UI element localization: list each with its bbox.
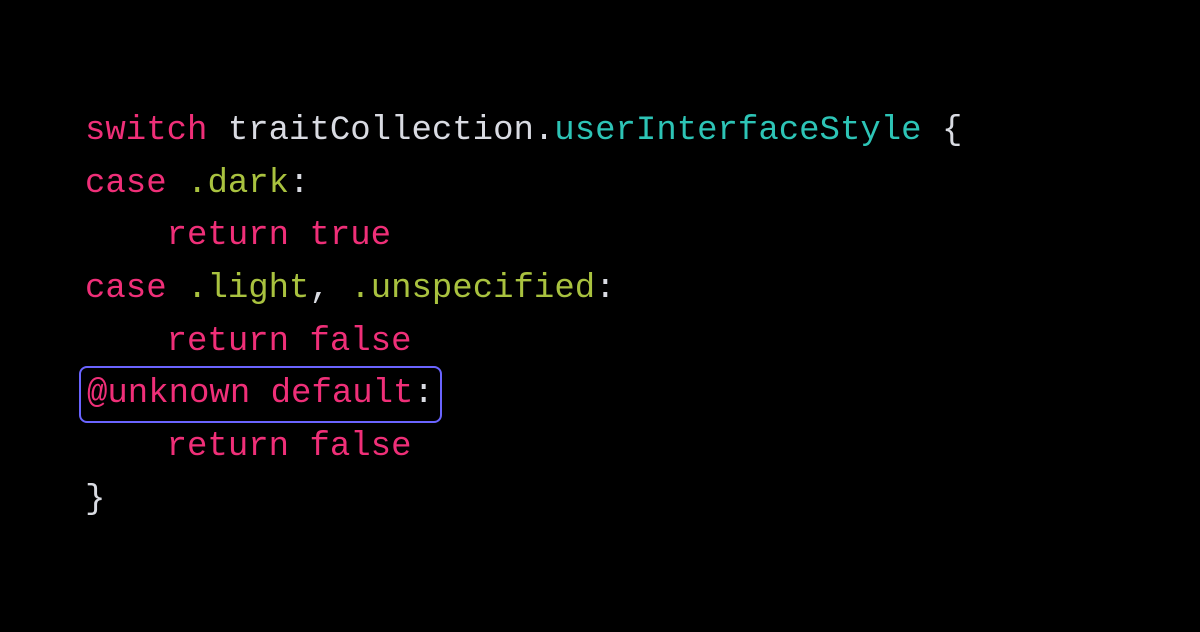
code-line: } — [85, 481, 105, 519]
keyword-false: false — [309, 323, 411, 361]
code-line-highlighted: @unknown default: — [85, 375, 436, 413]
highlight-box: @unknown default: — [79, 366, 442, 423]
keyword-true: true — [309, 217, 391, 255]
code-line: case .light, .unspecified: — [85, 270, 616, 308]
code-line: return false — [85, 323, 411, 361]
property: userInterfaceStyle — [554, 112, 921, 150]
keyword-case: case — [85, 270, 167, 308]
keyword-false: false — [309, 428, 411, 466]
code-line: return false — [85, 428, 411, 466]
enum-case: light — [207, 270, 309, 308]
code-line: case .dark: — [85, 165, 309, 203]
keyword-switch: switch — [85, 112, 207, 150]
keyword-case: case — [85, 165, 167, 203]
enum-case: dark — [207, 165, 289, 203]
keyword-return: return — [167, 428, 289, 466]
brace-open: { — [942, 112, 962, 150]
identifier: traitCollection — [228, 112, 534, 150]
code-line: return true — [85, 217, 391, 255]
code-line: switch traitCollection.userInterfaceStyl… — [85, 112, 962, 150]
keyword-return: return — [167, 323, 289, 361]
code-snippet: switch traitCollection.userInterfaceStyl… — [0, 0, 1200, 632]
attribute-unknown: @unknown — [87, 375, 250, 413]
brace-close: } — [85, 481, 105, 519]
keyword-default: default — [271, 375, 414, 413]
enum-case: unspecified — [371, 270, 595, 308]
keyword-return: return — [167, 217, 289, 255]
